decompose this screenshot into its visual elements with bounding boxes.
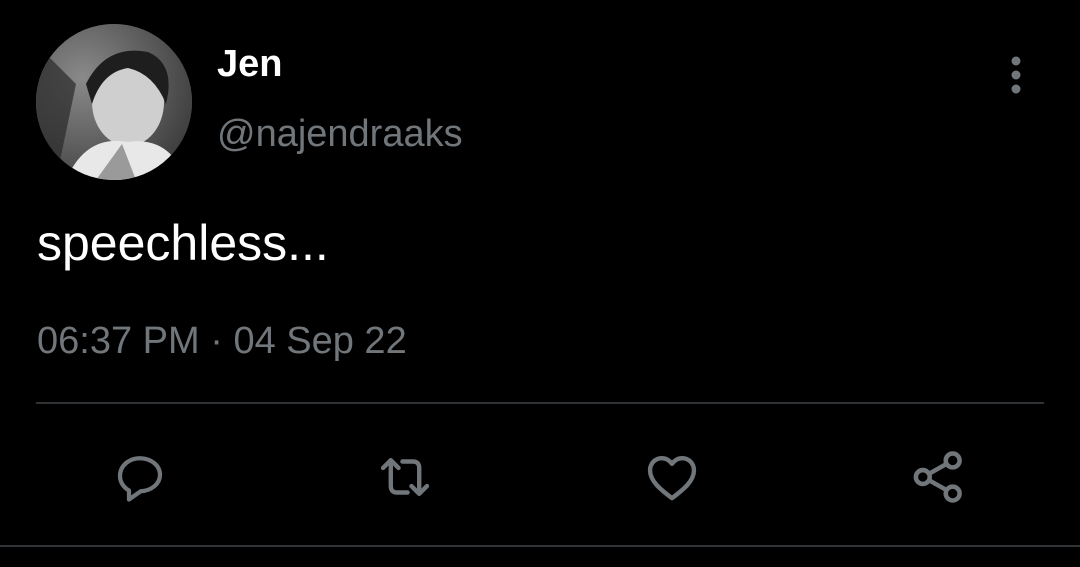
timestamp-separator: · — [210, 320, 223, 362]
author-handle[interactable]: @najendraaks — [217, 112, 463, 156]
like-icon — [647, 455, 697, 501]
retweet-button[interactable] — [373, 445, 437, 509]
reply-button[interactable] — [108, 445, 172, 509]
retweet-icon — [380, 458, 430, 496]
share-button[interactable] — [906, 445, 970, 509]
like-button[interactable] — [640, 445, 704, 509]
avatar[interactable] — [36, 24, 192, 180]
tweet-date: 04 Sep 22 — [233, 320, 407, 362]
more-options-button[interactable] — [996, 50, 1036, 100]
more-vertical-icon — [1011, 56, 1021, 94]
reply-icon — [117, 456, 163, 502]
tweet-text: speechless... — [37, 215, 329, 271]
bottom-divider — [0, 545, 1080, 547]
tweet-timestamp[interactable]: 06:37 PM · 04 Sep 22 — [37, 318, 407, 364]
avatar-image — [36, 24, 192, 180]
share-icon — [913, 451, 962, 503]
tweet: Jen @najendraaks speechless... 06:37 PM … — [0, 0, 1080, 567]
divider — [36, 402, 1044, 404]
tweet-time: 06:37 PM — [37, 320, 200, 362]
author-display-name[interactable]: Jen — [217, 42, 282, 86]
